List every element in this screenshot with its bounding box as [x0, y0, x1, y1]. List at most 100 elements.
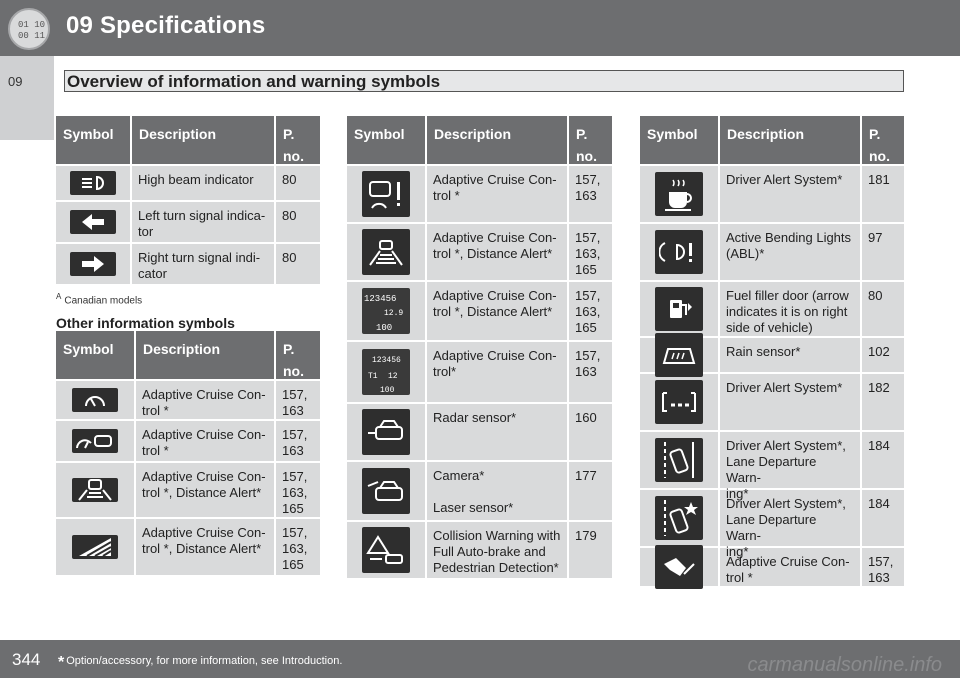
radar-car-icon: [362, 409, 410, 455]
table-row: 123456 T1 12 100 Adaptive Cruise Con- trol* 1…: [347, 340, 612, 402]
symbol-cell: [640, 374, 720, 430]
header-col-description: Description: [136, 331, 276, 379]
page-cell: 182: [868, 380, 890, 395]
display-odometer-icon: 123456 12.9 100: [362, 288, 410, 334]
chapter-header: 01 10 00 11 09 Specifications: [0, 0, 960, 56]
page-cell: 157, 163, 165: [282, 525, 308, 572]
page-cell: 80: [282, 172, 297, 187]
page-cell: 157, 163: [868, 554, 894, 585]
description-cell: Active Bending Lights (ABL)*: [720, 224, 862, 280]
camera-car-icon: [362, 468, 410, 514]
symbol-cell: [56, 244, 132, 284]
header-col-page: P. no.: [576, 126, 597, 164]
description-cell: Adaptive Cruise Con- trol *, Distance Al…: [136, 519, 276, 575]
lane-departure-star-icon: [655, 496, 703, 540]
note-text: Canadian models: [64, 295, 143, 307]
page-cell: 157, 163: [575, 348, 601, 379]
page-cell: 157, 163, 165: [575, 230, 601, 277]
table-row: Adaptive Cruise Con- trol * 157, 163: [56, 379, 320, 419]
description-cell: Collision Warning with Full Auto-brake a…: [427, 522, 569, 578]
display-readout: 100: [380, 386, 395, 395]
symbol-cell: [56, 463, 136, 517]
header-col-description: Description: [132, 116, 276, 164]
table-row: Adaptive Cruise Con- trol *, Distance Al…: [347, 222, 612, 280]
other-symbols-heading: Other information symbols: [56, 315, 235, 331]
page-cell: 157, 163: [575, 172, 601, 203]
symbol-cell: [640, 333, 720, 377]
description-cell: Rain sensor*: [720, 338, 862, 372]
symbol-cell: [640, 490, 720, 546]
chapter-tab-label: 09: [8, 74, 23, 89]
page-cell: 160: [575, 410, 597, 425]
page-cell: 102: [868, 344, 890, 359]
description-cell: Right turn signal indi- cator: [132, 244, 276, 284]
symbol-cell: 123456 T1 12 100: [347, 342, 427, 402]
description-cell: Radar sensor*: [427, 404, 569, 460]
table-header: Symbol Description P. no.: [56, 116, 320, 164]
page-cell: 177: [575, 468, 597, 483]
description-cell: Adaptive Cruise Con- trol *: [136, 421, 276, 461]
description-cell: Adaptive Cruise Con- trol *: [136, 381, 276, 419]
symbol-cell: [56, 381, 136, 419]
description-cell: Adaptive Cruise Con- trol *, Distance Al…: [427, 224, 569, 280]
note-mark: A: [56, 292, 62, 301]
symbol-cell: [640, 224, 720, 280]
description-cell: Adaptive Cruise Con- trol *: [427, 166, 569, 222]
description-cell: High beam indicator: [132, 166, 276, 200]
display-readout: 123456: [364, 294, 397, 304]
description-cell: Camera* Laser sensor*: [427, 462, 569, 520]
chapter-tab: 09: [0, 56, 54, 140]
symbol-cell: [56, 166, 132, 200]
table-row: Adaptive Cruise Con- trol * 157, 163: [347, 164, 612, 222]
page-cell: 80: [282, 250, 297, 265]
table-row: Adaptive Cruise Con- trol *, Distance Al…: [56, 517, 320, 575]
table-row: Adaptive Cruise Con- trol * 157, 163: [640, 545, 904, 589]
table-row: High beam indicator 80: [56, 164, 320, 200]
table-row: Driver Alert System*, Lane Departure War…: [640, 430, 904, 501]
road-car-icon: [362, 229, 410, 275]
display-trip-icon: 123456 T1 12 100: [362, 349, 410, 395]
symbol-cell: [640, 166, 720, 222]
collision-warning-icon: [362, 527, 410, 573]
page-cell: 80: [868, 288, 883, 303]
distance-bars-icon: [72, 535, 118, 559]
coffee-cup-icon: [655, 172, 703, 216]
chapter-clock-icon: 01 10 00 11: [8, 8, 50, 50]
page-cell: 179: [575, 528, 597, 543]
footer-asterisk: *: [58, 654, 65, 671]
left-arrow-icon: [70, 210, 116, 234]
footer-note: * Option/accessory, for more information,…: [58, 654, 342, 672]
lane-departure-icon: [655, 438, 703, 482]
speedometer-icon: [72, 388, 118, 412]
page-cell: 184: [868, 496, 890, 511]
symbol-cell: [56, 202, 132, 242]
footer-note-text: Option/accessory, for more information, …: [66, 655, 343, 667]
page-cell: 80: [282, 208, 297, 223]
table-row: Adaptive Cruise Con- trol * 157, 163: [56, 419, 320, 461]
description-cell: Adaptive Cruise Con- trol *, Distance Al…: [136, 463, 276, 517]
section-title-box: Overview of information and warning symb…: [64, 70, 904, 92]
description-cell: Driver Alert System*, Lane Departure War…: [720, 490, 862, 559]
hand-wheel-icon: [655, 545, 703, 589]
description-cell: Adaptive Cruise Con- trol*: [427, 342, 569, 402]
header-col-symbol: Symbol: [56, 331, 136, 379]
header-col-page: P. no.: [283, 126, 304, 164]
table-header: Symbol Description P. no.: [56, 331, 320, 379]
table-row: Driver Alert System* 181: [640, 164, 904, 222]
table-other-symbols: Symbol Description P. no. Adaptive Cruise C…: [56, 331, 320, 575]
page-cell: 97: [868, 230, 883, 245]
table-row: 123456 12.9 100 Adaptive Cruise Con- trol *…: [347, 280, 612, 340]
page-number: 344: [12, 650, 41, 669]
table-row: Right turn signal indi- cator 80: [56, 242, 320, 284]
page-cell: 157, 163: [282, 427, 308, 458]
table-row: Radar sensor* 160: [347, 402, 612, 460]
table-symbols-right: Symbol Description P. no. Driver Alert Syst…: [640, 116, 904, 589]
high-beam-icon: [70, 171, 116, 195]
table-row: Driver Alert System* 182: [640, 372, 904, 430]
chapter-title: 09 Specifications: [66, 12, 266, 39]
symbol-cell: [347, 224, 427, 280]
display-readout: T1: [368, 372, 378, 381]
icon-text-top: 01 10: [18, 20, 46, 30]
table-header: Symbol Description P. no.: [347, 116, 612, 164]
description-cell: Driver Alert System*: [720, 166, 862, 222]
